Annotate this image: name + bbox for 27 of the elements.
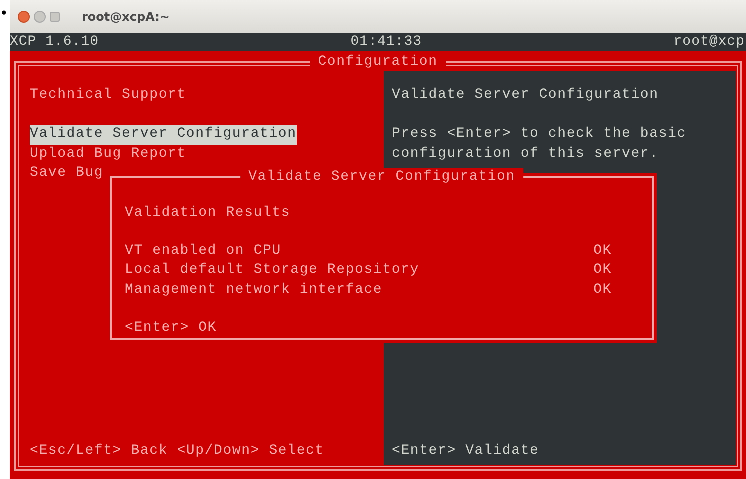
user-host: root@xcp	[674, 34, 745, 50]
clock-time: 01:41:33	[350, 34, 422, 50]
close-button[interactable]	[18, 10, 30, 22]
key-hints: <Esc/Left> Back <Up/Down> Select	[30, 442, 324, 460]
details-title: Validate Server Configuration	[392, 86, 659, 105]
check-label: VT enabled on CPU	[125, 242, 282, 261]
check-status: OK	[594, 261, 612, 280]
window-title: root@xcpA:~	[82, 10, 170, 24]
maximize-button[interactable]	[50, 12, 60, 22]
menu-item[interactable]: Validate Server Configuration	[30, 125, 297, 144]
ok-hint[interactable]: <Enter> OK	[125, 318, 218, 338]
menu-heading: Technical Support	[30, 86, 186, 105]
minimize-button[interactable]	[34, 10, 46, 22]
check-status: OK	[594, 242, 612, 261]
panel-title: Configuration	[310, 53, 446, 71]
dialog-title: Validate Server Configuration	[240, 168, 524, 186]
details-description: Press <Enter> to check the basic	[392, 125, 686, 144]
details-description: configuration of this server.	[392, 144, 659, 164]
results-heading: Validation Results	[125, 204, 291, 223]
list-bullet: •	[0, 6, 8, 22]
check-status: OK	[594, 280, 612, 300]
check-label: Local default Storage Repository	[125, 261, 420, 280]
menu-item[interactable]: Upload Bug Report	[30, 144, 186, 164]
product-version: XCP 1.6.10	[10, 34, 100, 50]
menu-item[interactable]: Save Bug	[30, 164, 104, 184]
key-hints: <Enter> Validate	[392, 442, 540, 460]
check-label: Management network interface	[125, 280, 383, 300]
